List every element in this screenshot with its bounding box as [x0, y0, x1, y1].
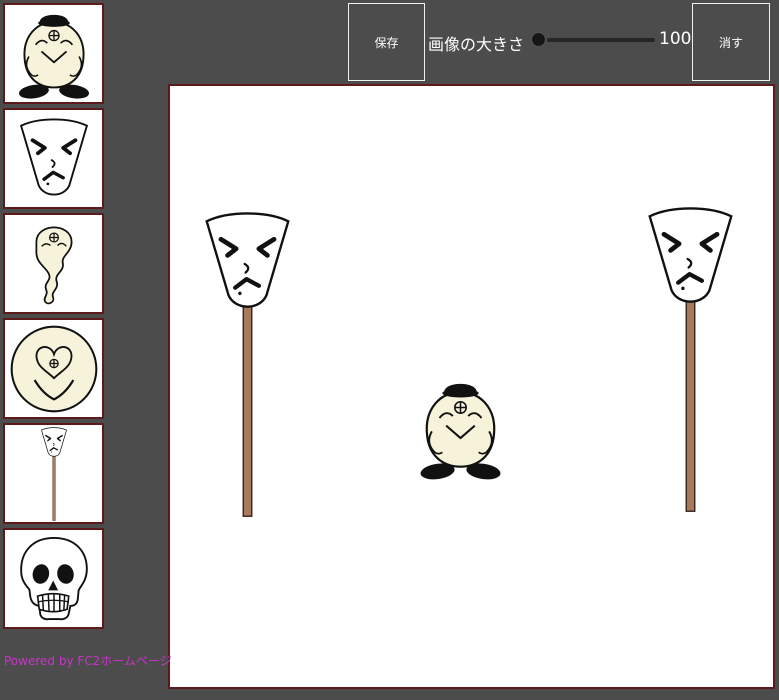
palette-item-ghost-character-stamp[interactable]: [3, 3, 104, 104]
palette-item-mask-on-stick-stamp[interactable]: [3, 423, 104, 524]
slider-track[interactable]: [547, 38, 655, 42]
clear-button[interactable]: 消す: [692, 3, 770, 81]
palette-item-circle-face-stamp[interactable]: [3, 318, 104, 419]
placed-ghost-character[interactable]: [408, 376, 513, 481]
wavy-ghost-stamp-icon: [35, 226, 72, 305]
palette-item-skull-stamp[interactable]: [3, 528, 104, 629]
image-size-slider[interactable]: [530, 30, 658, 50]
circle-face-stamp-icon: [10, 325, 97, 412]
placed-mask-on-stick-right[interactable]: [643, 203, 738, 516]
palette-item-wavy-ghost-stamp[interactable]: [3, 213, 104, 314]
image-size-label: 画像の大きさ: [428, 35, 525, 54]
slider-thumb[interactable]: [532, 33, 545, 46]
placed-mask-on-stick-left[interactable]: [200, 208, 295, 521]
canvas[interactable]: [168, 84, 775, 689]
palette-item-angry-mask-stamp[interactable]: [3, 108, 104, 209]
stamp-app: 保存 画像の大きさ 100 消す Powered by FC2ホームページ: [0, 0, 779, 700]
angry-mask-stamp-icon: [18, 116, 89, 196]
skull-stamp-icon: [19, 536, 88, 621]
powered-by-link[interactable]: Powered by FC2ホームページ: [4, 652, 172, 669]
mask-on-stick-stamp-icon: [39, 426, 69, 522]
save-button[interactable]: 保存: [348, 3, 425, 81]
stamp-palette: [3, 3, 104, 629]
image-size-value: 100: [659, 29, 692, 49]
ghost-character-stamp-icon: [16, 13, 91, 100]
